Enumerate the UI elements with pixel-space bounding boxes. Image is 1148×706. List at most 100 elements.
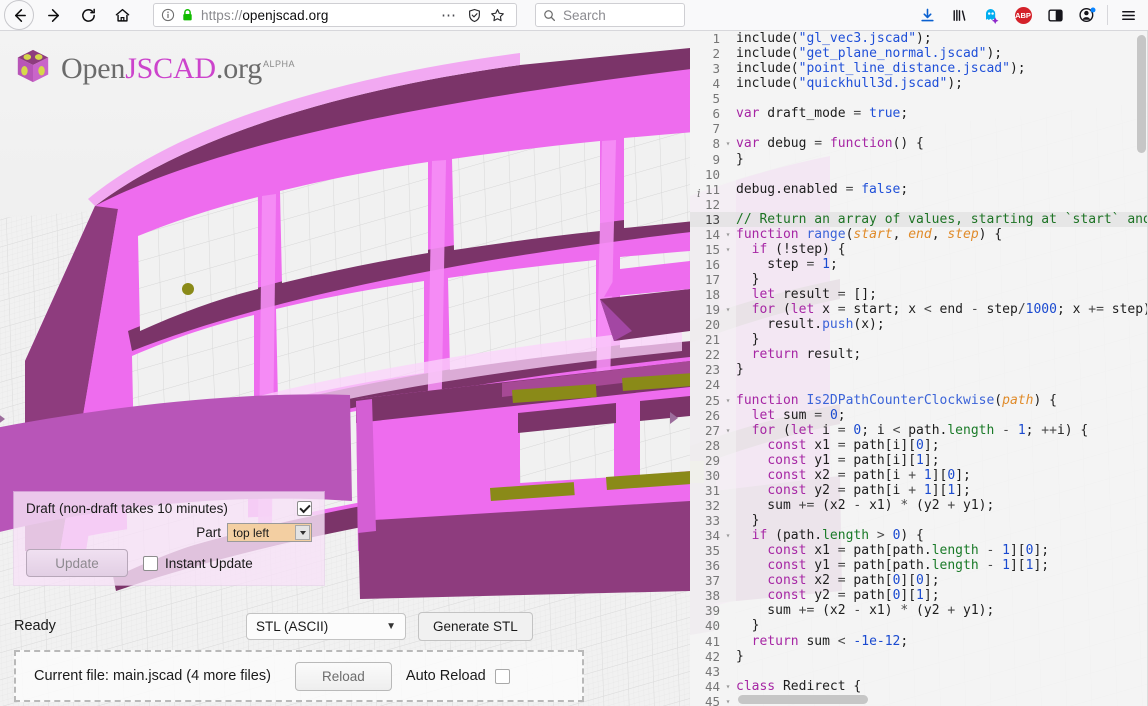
page-info-icon[interactable] [161, 8, 175, 22]
fold-toggle-icon[interactable]: ▾ [720, 242, 736, 257]
auto-reload-checkbox[interactable] [494, 668, 510, 684]
code-line[interactable]: 4 include("quickhull3d.jscad"); [690, 76, 1148, 91]
3d-viewport[interactable]: OpenJSCAD.orgALPHA Draft (non-draft take… [0, 31, 690, 706]
reload-button[interactable] [71, 0, 105, 30]
code-line[interactable]: 12 [690, 197, 1148, 212]
fold-toggle-icon[interactable]: ▾ [720, 528, 736, 543]
search-bar[interactable]: Search [535, 3, 685, 27]
editor-vertical-scrollbar[interactable] [1137, 35, 1146, 153]
code-line[interactable]: 34 ▾ if (path.length > 0) { [690, 528, 1148, 543]
fold-toggle-icon[interactable]: ▾ [720, 136, 736, 151]
code-line[interactable]: 26 let sum = 0; [690, 408, 1148, 423]
export-format-select[interactable]: STL (ASCII) ▼ [246, 612, 406, 640]
code-line[interactable]: 40 } [690, 618, 1148, 633]
editor-horizontal-scrollbar[interactable] [738, 695, 868, 704]
code-line[interactable]: 29 const y1 = path[i][1]; [690, 453, 1148, 468]
downloads-button[interactable] [911, 0, 943, 30]
file-dropzone[interactable]: Current file: main.jscad (4 more files) … [14, 650, 584, 702]
code-line[interactable]: 9} [690, 152, 1148, 167]
line-number: 29 [704, 452, 720, 468]
part-select[interactable]: top left [227, 523, 312, 542]
auto-reload-control[interactable]: Auto Reload [406, 668, 510, 684]
code-line[interactable]: 16 step = 1; [690, 257, 1148, 272]
code-line[interactable]: 1 include("gl_vec3.jscad"); [690, 31, 1148, 46]
browser-toolbar: https://openjscad.org ⋯ Search ABP [0, 0, 1148, 31]
code-line[interactable]: 41 return sum < -1e-12; [690, 634, 1148, 649]
code-line[interactable]: 44 ▾ class Redirect { [690, 679, 1148, 694]
code-line[interactable]: 35 const x1 = path[path.length - 1][0]; [690, 543, 1148, 558]
left-panel-toggle[interactable] [0, 393, 12, 445]
code-line[interactable]: 18 let result = []; [690, 287, 1148, 302]
back-button[interactable] [4, 0, 34, 30]
code-line[interactable]: 37 const x2 = path[0][0]; [690, 573, 1148, 588]
code-line[interactable]: 8 ▾ var debug = function() { [690, 136, 1148, 151]
home-button[interactable] [105, 0, 139, 30]
code-line[interactable]: 28 const x1 = path[i][0]; [690, 438, 1148, 453]
logo-alpha-badge: ALPHA [263, 59, 296, 69]
account-button[interactable] [1071, 0, 1103, 30]
code-line[interactable]: 2 include("get_plane_normal.jscad"); [690, 46, 1148, 61]
reload-button[interactable]: Reload [294, 661, 392, 691]
code-line[interactable]: 24 [690, 377, 1148, 392]
adblock-button[interactable]: ABP [1007, 0, 1039, 30]
code-line[interactable]: 31 const y2 = path[i + 1][1]; [690, 483, 1148, 498]
fold-toggle-icon[interactable]: ▾ [720, 227, 736, 242]
app-menu-button[interactable] [1112, 0, 1144, 30]
generate-stl-button[interactable]: Generate STL [418, 611, 533, 641]
shield-icon[interactable] [463, 8, 486, 23]
update-button[interactable]: Update [26, 549, 128, 577]
instant-update-control[interactable]: Instant Update [143, 555, 253, 571]
fold-toggle-icon[interactable]: ▾ [720, 302, 736, 317]
code-line[interactable]: 30 const x2 = path[i + 1][0]; [690, 468, 1148, 483]
logo-text: OpenJSCAD.orgALPHA [61, 47, 295, 86]
code-line[interactable]: 3 include("point_line_distance.jscad"); [690, 61, 1148, 76]
ellipsis-icon[interactable]: ⋯ [435, 6, 463, 24]
forward-button[interactable] [37, 0, 71, 30]
code-line[interactable]: 21 } [690, 332, 1148, 347]
download-arrow-icon [920, 8, 934, 21]
code-line[interactable]: 19 ▾ for (let x = start; x < end - step/1… [690, 302, 1148, 317]
code-line[interactable]: 42} [690, 649, 1148, 664]
fold-toggle-icon[interactable]: ▾ [720, 423, 736, 438]
code-line[interactable]: 27 ▾ for (let i = 0; i < path.length - 1;… [690, 423, 1148, 438]
site-logo[interactable]: OpenJSCAD.orgALPHA [14, 47, 295, 86]
current-file-label: Current file: main.jscad (4 more files) [34, 668, 271, 684]
sidebar-button[interactable] [1039, 0, 1071, 30]
line-number: 41 [704, 633, 720, 649]
code-line[interactable]: 5 [690, 91, 1148, 106]
code-line[interactable]: 10 [690, 167, 1148, 182]
star-icon[interactable] [486, 8, 509, 23]
code-line[interactable]: 25 ▾ function Is2DPathCounterClockwise(pat… [690, 393, 1148, 408]
code-line[interactable]: 39 sum += (x2 - x1) * (y2 + y1); [690, 603, 1148, 618]
padlock-icon[interactable] [181, 8, 194, 22]
instant-update-checkbox[interactable] [143, 555, 158, 571]
fold-toggle-icon[interactable]: ▾ [720, 679, 736, 694]
code-text: return sum < -1e-12; [751, 633, 909, 649]
code-line[interactable]: 36 const y1 = path[path.length - 1][1]; [690, 558, 1148, 573]
code-line[interactable]: 32 sum += (x2 - x1) * (y2 + y1); [690, 498, 1148, 513]
editor-code-area[interactable]: 1 include("gl_vec3.jscad"); 2 include("get_… [690, 31, 1148, 706]
code-line[interactable]: 14 ▾ function range(start, end, step) { [690, 227, 1148, 242]
code-line[interactable]: 11 debug.enabled = false; [690, 182, 1148, 197]
code-line[interactable]: 23} [690, 362, 1148, 377]
fold-toggle-icon[interactable]: ▾ [720, 393, 736, 408]
code-line[interactable]: 20 result.push(x); [690, 317, 1148, 332]
address-bar[interactable]: https://openjscad.org ⋯ [153, 3, 517, 27]
code-line[interactable]: 22 return result; [690, 347, 1148, 362]
code-line[interactable]: 38 const y2 = path[0][1]; [690, 588, 1148, 603]
code-line[interactable]: 33 } [690, 513, 1148, 528]
code-line[interactable]: 17 } [690, 272, 1148, 287]
ghostery-button[interactable] [975, 0, 1007, 30]
code-line[interactable]: 6 var draft_mode = true; [690, 106, 1148, 121]
fold-toggle-icon[interactable]: ▾ [720, 694, 736, 706]
line-number: 20 [704, 317, 720, 333]
draft-checkbox[interactable] [297, 501, 312, 516]
code-line[interactable]: 43 [690, 664, 1148, 679]
editor-panel-toggle[interactable] [661, 387, 687, 449]
search-input[interactable]: Search [563, 8, 606, 23]
library-button[interactable] [943, 0, 975, 30]
code-line[interactable]: 13 // Return an array of values, starting… [690, 211, 1148, 227]
code-line[interactable]: 7 [690, 121, 1148, 136]
code-editor[interactable]: i 1 include("gl_vec3.jscad"); 2 include("ge… [690, 31, 1148, 706]
code-line[interactable]: 15 ▾ if (!step) { [690, 242, 1148, 257]
